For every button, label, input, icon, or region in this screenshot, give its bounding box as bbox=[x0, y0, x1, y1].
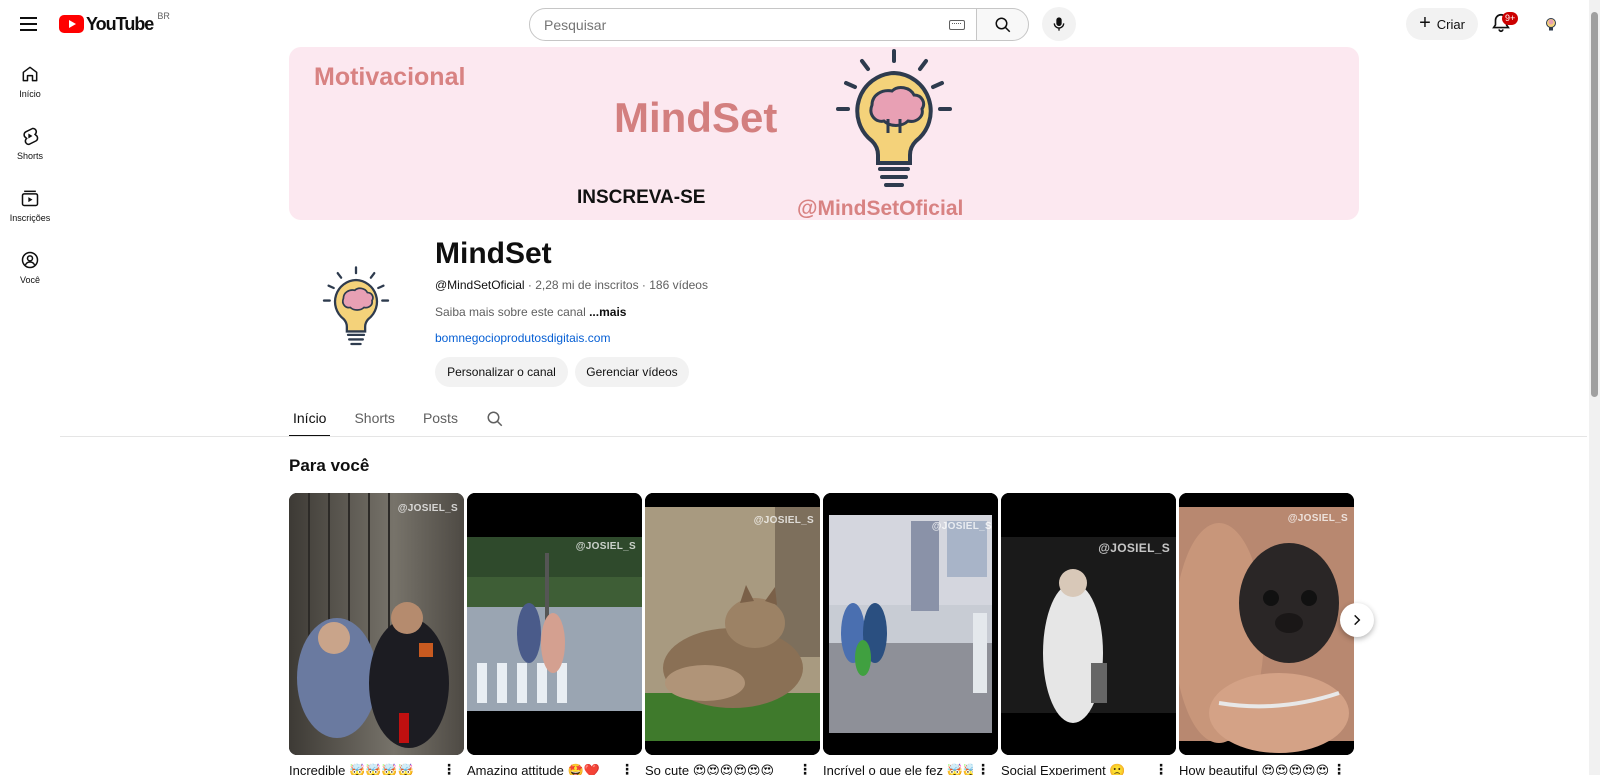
voice-search-button[interactable] bbox=[1042, 7, 1076, 41]
customize-channel-button[interactable]: Personalizar o canal bbox=[435, 357, 568, 387]
thumbnail-image bbox=[1001, 493, 1176, 755]
manage-videos-button[interactable]: Gerenciar vídeos bbox=[575, 357, 689, 387]
subscriptions-icon bbox=[21, 190, 39, 207]
short-card[interactable]: @JOSIEL_S Incredible 🤯🤯🤯🤯 ⋮ bbox=[289, 493, 464, 775]
short-thumbnail[interactable]: @JOSIEL_S bbox=[1179, 493, 1354, 755]
shorts-shelf: @JOSIEL_S Incredible 🤯🤯🤯🤯 ⋮ @JOSIEL_S Am… bbox=[289, 493, 1359, 775]
thumbnail-image bbox=[823, 493, 998, 755]
banner-lightbulb-icon bbox=[836, 49, 952, 187]
channel-meta: @MindSetOficial · 2,28 mi de inscritos ·… bbox=[435, 278, 708, 292]
logo-text: YouTube bbox=[86, 13, 154, 34]
search-input[interactable] bbox=[544, 16, 924, 33]
short-card[interactable]: @JOSIEL_S Social Experiment 🙁 ⋮ bbox=[1001, 493, 1176, 775]
thumbnail-image bbox=[467, 493, 642, 755]
banner-subscribe-text: INSCREVA-SE bbox=[577, 187, 706, 208]
more-options-icon[interactable]: ⋮ bbox=[1154, 761, 1168, 775]
channel-stats: · 2,28 mi de inscritos · 186 vídeos bbox=[524, 278, 708, 292]
create-button[interactable]: + Criar bbox=[1406, 8, 1478, 40]
channel-description-text: Saiba mais sobre este canal bbox=[435, 305, 590, 319]
sidebar-item-label: Shorts bbox=[16, 151, 43, 161]
menu-icon[interactable] bbox=[16, 12, 42, 36]
channel-banner: Motivacional MindSet INSCREVA-SE @MindSe… bbox=[289, 47, 1359, 220]
home-icon bbox=[22, 66, 38, 82]
channel-tabs: Início Shorts Posts bbox=[289, 403, 504, 437]
sidebar-item-label: Inscrições bbox=[9, 213, 51, 223]
search-box bbox=[529, 8, 977, 41]
short-title[interactable]: Incredible 🤯🤯🤯🤯 bbox=[289, 763, 439, 775]
you-icon bbox=[21, 251, 39, 269]
short-thumbnail[interactable]: @JOSIEL_S bbox=[1001, 493, 1176, 755]
youtube-play-icon bbox=[59, 15, 84, 33]
lightbulb-avatar-icon bbox=[1546, 18, 1556, 31]
thumbnail-watermark: @JOSIEL_S bbox=[397, 503, 458, 514]
thumbnail-watermark: @JOSIEL_S bbox=[575, 541, 636, 552]
thumbnail-watermark: @JOSIEL_S bbox=[931, 521, 992, 532]
short-title[interactable]: How beautiful 😍😍😍😍😍😍 bbox=[1179, 763, 1329, 775]
more-options-icon[interactable]: ⋮ bbox=[620, 761, 634, 775]
create-label: Criar bbox=[1436, 16, 1465, 32]
banner-mindset-text: MindSet bbox=[614, 94, 778, 141]
short-title[interactable]: Incrível o que ele fez 🤯🤯🤯 bbox=[823, 763, 973, 775]
search-button[interactable] bbox=[976, 8, 1029, 41]
scrollbar-thumb[interactable] bbox=[1591, 12, 1598, 397]
section-title: Para você bbox=[289, 456, 370, 475]
more-options-icon[interactable]: ⋮ bbox=[976, 761, 990, 775]
banner-motivacional-text: Motivacional bbox=[314, 63, 466, 91]
channel-name: MindSet bbox=[435, 237, 552, 270]
sidebar-item-subscriptions[interactable]: Inscrições bbox=[0, 180, 60, 242]
region-code: BR bbox=[157, 11, 170, 21]
short-thumbnail[interactable]: @JOSIEL_S bbox=[467, 493, 642, 755]
channel-handle: @MindSetOficial bbox=[435, 278, 525, 292]
thumbnail-watermark: @JOSIEL_S bbox=[1287, 513, 1348, 524]
thumbnail-image bbox=[1179, 493, 1354, 755]
thumbnail-image bbox=[645, 493, 820, 755]
tab-home[interactable]: Início bbox=[289, 403, 331, 437]
account-avatar[interactable] bbox=[1538, 12, 1564, 38]
short-card[interactable]: @JOSIEL_S Amazing attitude 🤩❤️ ⋮ bbox=[467, 493, 642, 775]
lightbulb-logo-icon bbox=[322, 266, 390, 346]
top-bar: YouTube BR + Criar 9+ bbox=[0, 0, 1590, 48]
channel-description[interactable]: Saiba mais sobre este canal ...mais bbox=[435, 305, 626, 319]
sidebar-item-label: Início bbox=[19, 89, 41, 99]
short-card[interactable]: @JOSIEL_S Incrível o que ele fez 🤯🤯🤯 ⋮ bbox=[823, 493, 998, 775]
short-card[interactable]: @JOSIEL_S How beautiful 😍😍😍😍😍😍 ⋮ bbox=[1179, 493, 1354, 775]
tab-shorts[interactable]: Shorts bbox=[350, 403, 398, 435]
chevron-right-icon bbox=[1354, 614, 1361, 626]
channel-external-link[interactable]: bomnegocioprodutosdigitais.com bbox=[435, 331, 610, 345]
page-scrollbar[interactable] bbox=[1589, 0, 1600, 775]
short-card[interactable]: @JOSIEL_S So cute 😍😍😍😍😍😍 ⋮ bbox=[645, 493, 820, 775]
tabs-divider bbox=[60, 436, 1587, 437]
sidebar-item-label: Você bbox=[19, 275, 41, 285]
shorts-icon bbox=[23, 127, 39, 146]
notifications-badge: 9+ bbox=[1502, 12, 1519, 25]
more-options-icon[interactable]: ⋮ bbox=[798, 761, 812, 775]
more-options-icon[interactable]: ⋮ bbox=[442, 761, 456, 775]
more-link[interactable]: ...mais bbox=[589, 305, 626, 319]
sidebar-item-home[interactable]: Início bbox=[0, 56, 60, 118]
plus-icon: + bbox=[1419, 12, 1431, 34]
sidebar-item-shorts[interactable]: Shorts bbox=[0, 118, 60, 180]
sidebar-item-you[interactable]: Você bbox=[0, 242, 60, 304]
thumbnail-image bbox=[289, 493, 464, 755]
sidebar: Início Shorts Inscrições Você bbox=[0, 56, 60, 304]
search-icon bbox=[995, 17, 1010, 32]
short-title[interactable]: So cute 😍😍😍😍😍😍 bbox=[645, 763, 795, 775]
microphone-icon bbox=[1053, 17, 1065, 31]
short-thumbnail[interactable]: @JOSIEL_S bbox=[289, 493, 464, 755]
tab-posts[interactable]: Posts bbox=[419, 403, 462, 435]
thumbnail-watermark: @JOSIEL_S bbox=[753, 515, 814, 526]
channel-search-icon[interactable] bbox=[486, 410, 504, 428]
banner-handle-text: @MindSetOficial bbox=[797, 197, 964, 220]
short-title[interactable]: Amazing attitude 🤩❤️ bbox=[467, 763, 617, 775]
shelf-next-button[interactable] bbox=[1340, 603, 1374, 637]
youtube-logo[interactable]: YouTube BR bbox=[59, 11, 170, 34]
channel-avatar[interactable] bbox=[306, 258, 406, 358]
more-options-icon[interactable]: ⋮ bbox=[1332, 761, 1346, 775]
thumbnail-watermark: @JOSIEL_S bbox=[1098, 541, 1170, 555]
short-thumbnail[interactable]: @JOSIEL_S bbox=[823, 493, 998, 755]
short-thumbnail[interactable]: @JOSIEL_S bbox=[645, 493, 820, 755]
keyboard-icon[interactable] bbox=[949, 20, 965, 30]
short-title[interactable]: Social Experiment 🙁 bbox=[1001, 763, 1151, 775]
